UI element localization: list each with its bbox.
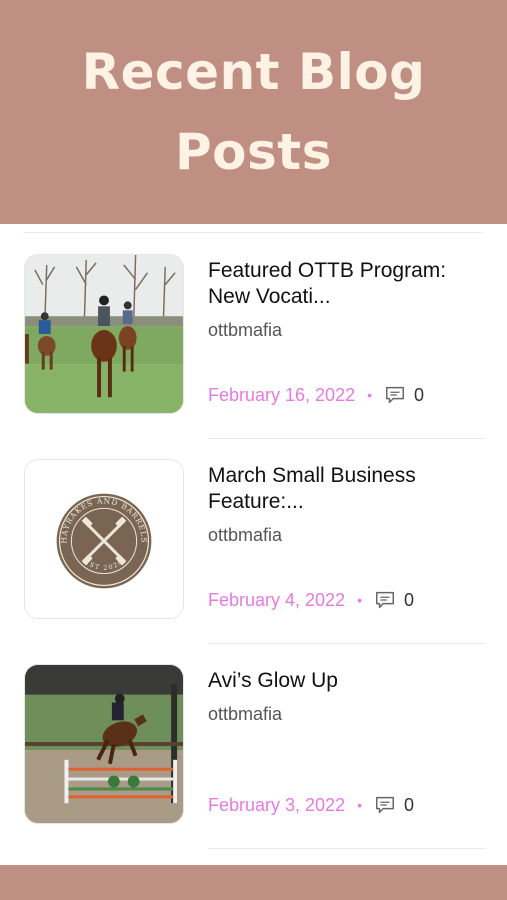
- post-title[interactable]: March Small Business Feature:...: [208, 463, 478, 515]
- comment-icon[interactable]: [374, 794, 396, 816]
- post-author: ottbmafia: [208, 320, 283, 340]
- post-item[interactable]: Featured OTTB Program: New Vocati... ott…: [24, 254, 486, 439]
- post-item[interactable]: HAYRAKES AND BARRELS EST 2020 March Smal…: [24, 459, 486, 644]
- divider: [208, 848, 486, 849]
- post-thumbnail[interactable]: [24, 254, 184, 414]
- divider: [208, 438, 486, 439]
- post-title[interactable]: Avi’s Glow Up: [208, 668, 478, 694]
- blog-header: Recent Blog Posts: [0, 0, 507, 224]
- comment-icon[interactable]: [384, 384, 406, 406]
- meta-separator: •: [357, 592, 362, 608]
- horse-jumping-photo: [25, 665, 183, 823]
- post-meta: February 16, 2022 • 0: [208, 384, 424, 406]
- post-item[interactable]: Avi’s Glow Up ottbmafia February 3, 2022…: [24, 664, 486, 849]
- post-date: February 16, 2022: [208, 384, 356, 405]
- post-author: ottbmafia: [208, 525, 283, 545]
- comment-icon[interactable]: [374, 589, 396, 611]
- meta-separator: •: [357, 797, 362, 813]
- post-date: February 4, 2022: [208, 589, 346, 610]
- divider: [208, 643, 486, 644]
- hayrakes-and-barrels-logo: HAYRAKES AND BARRELS EST 2020: [25, 460, 183, 618]
- post-meta: February 3, 2022 • 0: [208, 794, 414, 816]
- post-title[interactable]: Featured OTTB Program: New Vocati...: [208, 258, 478, 310]
- comment-count: 0: [404, 794, 415, 815]
- post-date: February 3, 2022: [208, 794, 346, 815]
- footer-bar: [0, 865, 507, 900]
- post-list: Featured OTTB Program: New Vocati... ott…: [0, 224, 507, 865]
- post-meta: February 4, 2022 • 0: [208, 589, 414, 611]
- comment-count: 0: [404, 589, 415, 610]
- divider: [24, 232, 483, 233]
- meta-separator: •: [367, 387, 372, 403]
- page-title: Recent Blog Posts: [81, 43, 426, 181]
- post-thumbnail[interactable]: [24, 664, 184, 824]
- post-thumbnail[interactable]: HAYRAKES AND BARRELS EST 2020: [24, 459, 184, 619]
- post-author: ottbmafia: [208, 704, 283, 724]
- comment-count: 0: [414, 384, 425, 405]
- horses-field-photo: [25, 255, 183, 413]
